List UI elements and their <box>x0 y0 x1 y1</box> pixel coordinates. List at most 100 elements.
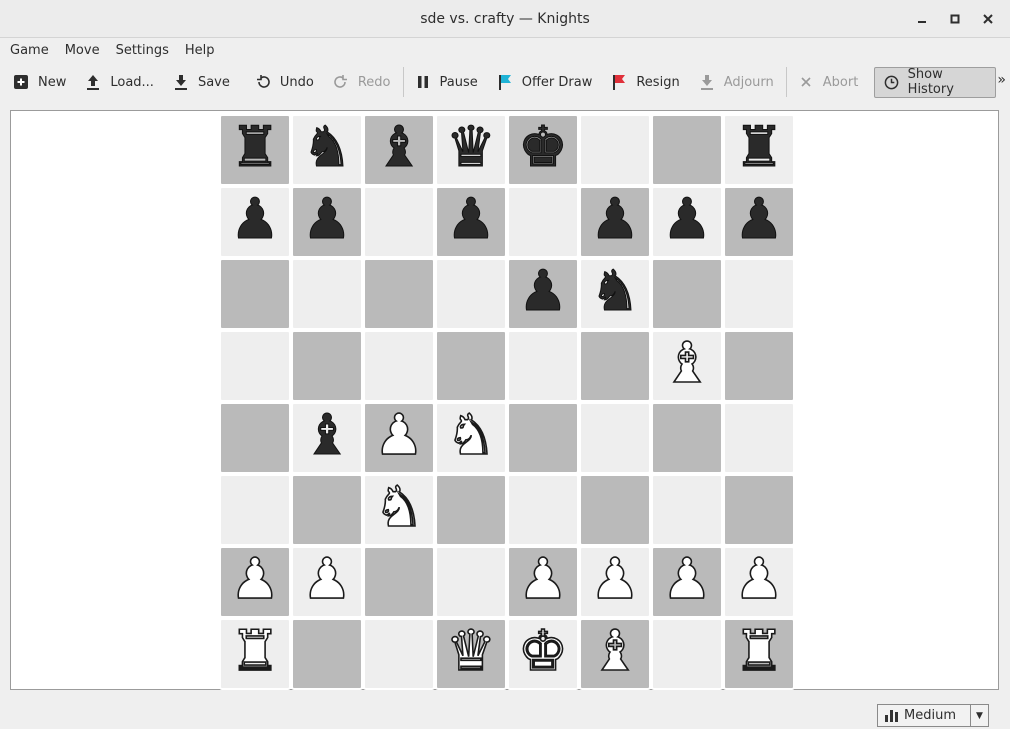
resign-button[interactable]: Resign <box>602 67 689 97</box>
square-e6[interactable]: ♟ <box>507 258 579 330</box>
maximize-button[interactable] <box>938 2 971 35</box>
black-pawn-icon[interactable]: ♟ <box>229 191 280 248</box>
square-f4[interactable] <box>579 402 651 474</box>
square-d5[interactable] <box>435 330 507 402</box>
white-bishop-icon[interactable]: ♝ <box>589 623 641 681</box>
square-a1[interactable]: ♜ <box>219 618 291 690</box>
adjourn-button[interactable]: Adjourn <box>690 67 784 97</box>
square-b3[interactable] <box>291 474 363 546</box>
undo-button[interactable]: Undo <box>246 67 324 97</box>
chess-board[interactable]: ♜ ♞ ♝ ♛ ♚ ♜ ♟ ♟ ♟ ♟ ♟ ♟ ♟ ♞ ♝ ♝ ♟ ♞ ♞ ♟ ♟ ♟ ♟ ♟ ♟ ♜ ♛ ♚ ♝ ♜ <box>219 114 795 690</box>
black-king-icon[interactable]: ♚ <box>517 119 568 176</box>
black-rook-icon[interactable]: ♜ <box>733 119 784 176</box>
black-queen-icon[interactable]: ♛ <box>445 119 496 176</box>
square-d4[interactable]: ♞ <box>435 402 507 474</box>
white-king-icon[interactable]: ♚ <box>517 623 569 681</box>
square-c7[interactable] <box>363 186 435 258</box>
square-f3[interactable] <box>579 474 651 546</box>
square-a7[interactable]: ♟ <box>219 186 291 258</box>
square-a6[interactable] <box>219 258 291 330</box>
white-queen-icon[interactable]: ♛ <box>445 623 497 681</box>
square-h2[interactable]: ♟ <box>723 546 795 618</box>
square-a8[interactable]: ♜ <box>219 114 291 186</box>
black-pawn-icon[interactable]: ♟ <box>301 191 352 248</box>
white-knight-icon[interactable]: ♞ <box>445 407 497 465</box>
black-pawn-icon[interactable]: ♟ <box>445 191 496 248</box>
square-d7[interactable]: ♟ <box>435 186 507 258</box>
square-g8[interactable] <box>651 114 723 186</box>
black-rook-icon[interactable]: ♜ <box>229 119 280 176</box>
square-c5[interactable] <box>363 330 435 402</box>
menu-game[interactable]: Game <box>0 43 55 58</box>
black-pawn-icon[interactable]: ♟ <box>661 191 712 248</box>
menu-settings[interactable]: Settings <box>106 43 175 58</box>
menu-help[interactable]: Help <box>175 43 221 58</box>
minimize-button[interactable] <box>905 2 938 35</box>
square-c6[interactable] <box>363 258 435 330</box>
white-pawn-icon[interactable]: ♟ <box>589 551 641 609</box>
black-pawn-icon[interactable]: ♟ <box>589 191 640 248</box>
black-bishop-icon[interactable]: ♝ <box>301 407 352 464</box>
square-g3[interactable] <box>651 474 723 546</box>
show-history-button[interactable]: Show History <box>874 66 997 98</box>
black-knight-icon[interactable]: ♞ <box>589 263 640 320</box>
square-c8[interactable]: ♝ <box>363 114 435 186</box>
square-g6[interactable] <box>651 258 723 330</box>
white-pawn-icon[interactable]: ♟ <box>661 551 713 609</box>
menu-move[interactable]: Move <box>55 43 106 58</box>
square-a4[interactable] <box>219 402 291 474</box>
square-d6[interactable] <box>435 258 507 330</box>
black-bishop-icon[interactable]: ♝ <box>373 119 424 176</box>
square-a2[interactable]: ♟ <box>219 546 291 618</box>
square-e2[interactable]: ♟ <box>507 546 579 618</box>
square-e7[interactable] <box>507 186 579 258</box>
square-h6[interactable] <box>723 258 795 330</box>
white-pawn-icon[interactable]: ♟ <box>517 551 569 609</box>
square-b4[interactable]: ♝ <box>291 402 363 474</box>
square-h4[interactable] <box>723 402 795 474</box>
square-d1[interactable]: ♛ <box>435 618 507 690</box>
square-c3[interactable]: ♞ <box>363 474 435 546</box>
square-h8[interactable]: ♜ <box>723 114 795 186</box>
square-c4[interactable]: ♟ <box>363 402 435 474</box>
square-g1[interactable] <box>651 618 723 690</box>
white-rook-icon[interactable]: ♜ <box>733 623 785 681</box>
square-b7[interactable]: ♟ <box>291 186 363 258</box>
black-pawn-icon[interactable]: ♟ <box>733 191 784 248</box>
square-b5[interactable] <box>291 330 363 402</box>
square-e5[interactable] <box>507 330 579 402</box>
square-e3[interactable] <box>507 474 579 546</box>
black-pawn-icon[interactable]: ♟ <box>517 263 568 320</box>
square-e4[interactable] <box>507 402 579 474</box>
pause-button[interactable]: Pause <box>406 67 488 97</box>
white-pawn-icon[interactable]: ♟ <box>733 551 785 609</box>
square-h7[interactable]: ♟ <box>723 186 795 258</box>
square-b8[interactable]: ♞ <box>291 114 363 186</box>
save-button[interactable]: Save <box>164 67 240 97</box>
new-game-button[interactable]: New <box>4 67 76 97</box>
square-d2[interactable] <box>435 546 507 618</box>
square-f6[interactable]: ♞ <box>579 258 651 330</box>
square-e8[interactable]: ♚ <box>507 114 579 186</box>
square-b6[interactable] <box>291 258 363 330</box>
square-g2[interactable]: ♟ <box>651 546 723 618</box>
redo-button[interactable]: Redo <box>324 67 401 97</box>
square-f7[interactable]: ♟ <box>579 186 651 258</box>
square-d8[interactable]: ♛ <box>435 114 507 186</box>
square-f5[interactable] <box>579 330 651 402</box>
square-f1[interactable]: ♝ <box>579 618 651 690</box>
black-knight-icon[interactable]: ♞ <box>301 119 352 176</box>
load-button[interactable]: Load... <box>76 67 164 97</box>
white-rook-icon[interactable]: ♜ <box>229 623 281 681</box>
square-a5[interactable] <box>219 330 291 402</box>
toolbar-overflow-button[interactable]: » <box>997 72 1006 88</box>
square-d3[interactable] <box>435 474 507 546</box>
square-f8[interactable] <box>579 114 651 186</box>
square-g4[interactable] <box>651 402 723 474</box>
close-button[interactable] <box>971 2 1004 35</box>
square-g7[interactable]: ♟ <box>651 186 723 258</box>
square-h3[interactable] <box>723 474 795 546</box>
square-e1[interactable]: ♚ <box>507 618 579 690</box>
white-pawn-icon[interactable]: ♟ <box>373 407 425 465</box>
square-h1[interactable]: ♜ <box>723 618 795 690</box>
